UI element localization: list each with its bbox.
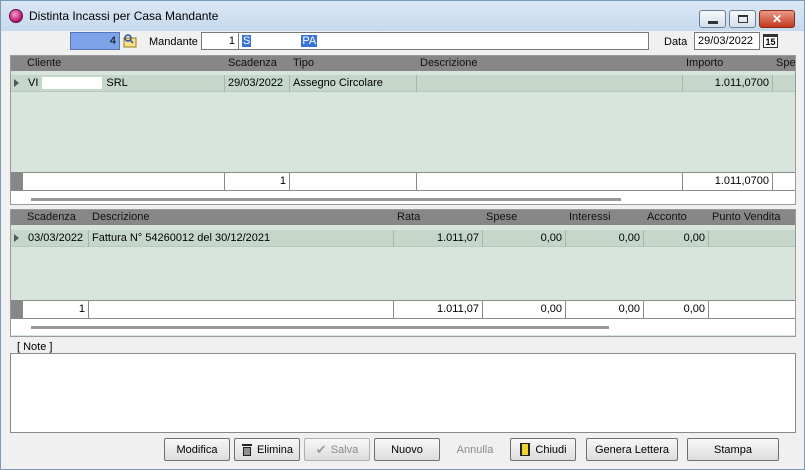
app-icon bbox=[9, 9, 23, 23]
close-window-button[interactable]: ✕ bbox=[759, 10, 795, 28]
scroll-thumb[interactable] bbox=[31, 326, 609, 329]
col-interessi[interactable]: Interessi bbox=[569, 211, 611, 223]
footer-rata: 1.011,07 bbox=[394, 301, 483, 318]
date-field[interactable]: 29/03/2022 bbox=[694, 32, 760, 50]
mandante-name-end: PA bbox=[301, 35, 318, 47]
scadenze-grid: Scadenza Descrizione Rata Spese Interess… bbox=[10, 209, 796, 337]
cell-rata: 1.011,07 bbox=[394, 230, 483, 247]
cell-acconto: 0,00 bbox=[644, 230, 709, 247]
cell-descrizione bbox=[417, 75, 683, 92]
col-punto-vendita[interactable]: Punto Vendita bbox=[712, 211, 781, 223]
mandante-name-start: S bbox=[242, 35, 252, 47]
footer-count: 1 bbox=[23, 301, 89, 318]
calendar-icon[interactable]: 15 bbox=[763, 34, 778, 48]
incassi-grid-header: Cliente Scadenza Tipo Descrizione Import… bbox=[11, 56, 795, 71]
col-scadenza[interactable]: Scadenza bbox=[27, 211, 76, 223]
notes-textarea[interactable] bbox=[10, 353, 796, 433]
scadenze-grid-header: Scadenza Descrizione Rata Spese Interess… bbox=[11, 210, 795, 225]
chiudi-label: Chiudi bbox=[535, 443, 567, 456]
table-row[interactable]: VI SRL 29/03/2022 Assegno Circolare 1.011… bbox=[11, 75, 795, 92]
footer-descrizione bbox=[417, 173, 683, 190]
mandante-code-field[interactable]: 1 bbox=[201, 32, 239, 50]
cell-punto-vendita bbox=[709, 230, 795, 247]
window-title: Distinta Incassi per Casa Mandante bbox=[29, 9, 219, 23]
scroll-thumb[interactable] bbox=[31, 198, 621, 201]
minimize-button[interactable] bbox=[699, 10, 726, 28]
mandante-name-field[interactable]: S PA bbox=[238, 32, 649, 50]
col-spese[interactable]: Spese bbox=[486, 211, 517, 223]
cell-cliente: VI SRL bbox=[25, 75, 225, 92]
footer-interessi: 0,00 bbox=[566, 301, 644, 318]
col-scadenza[interactable]: Scadenza bbox=[228, 57, 277, 69]
col-tipo[interactable]: Tipo bbox=[293, 57, 314, 69]
mandante-label: Mandante bbox=[149, 36, 198, 48]
cliente-redacted bbox=[42, 77, 103, 90]
salva-label: Salva bbox=[330, 443, 359, 456]
annulla-label: Annulla bbox=[456, 443, 494, 456]
col-cliente[interactable]: Cliente bbox=[27, 57, 61, 69]
notes-label: [ Note ] bbox=[17, 341, 53, 353]
footer-descrizione bbox=[89, 301, 394, 318]
footer-tipo bbox=[290, 173, 417, 190]
table-row[interactable]: 03/03/2022 Fattura N° 54260012 del 30/12… bbox=[11, 230, 795, 247]
col-spese[interactable]: Spe bbox=[776, 57, 795, 69]
genera-lettera-button[interactable]: Genera Lettera bbox=[586, 438, 678, 461]
col-acconto[interactable]: Acconto bbox=[647, 211, 687, 223]
filter-bar: 4 Mandante 1 S PA Data 29/03/2022 15 bbox=[1, 32, 804, 52]
annulla-button[interactable]: Annulla bbox=[444, 438, 506, 461]
trash-icon bbox=[241, 443, 252, 456]
footer-stub bbox=[11, 173, 23, 190]
salva-button[interactable]: ✔ Salva bbox=[304, 438, 370, 461]
cliente-start: VI bbox=[28, 77, 39, 89]
check-icon: ✔ bbox=[315, 441, 327, 457]
col-descrizione[interactable]: Descrizione bbox=[420, 57, 477, 69]
scadenze-hscrollbar[interactable] bbox=[11, 319, 795, 335]
cell-scadenza: 29/03/2022 bbox=[225, 75, 290, 92]
stampa-button[interactable]: Stampa bbox=[687, 438, 779, 461]
data-label: Data bbox=[664, 36, 688, 48]
footer-spese: 0,00 bbox=[483, 301, 566, 318]
scadenze-grid-footer: 1 1.011,07 0,00 0,00 0,00 bbox=[11, 300, 795, 319]
maximize-icon bbox=[737, 15, 748, 23]
title-bar: Distinta Incassi per Casa Mandante ✕ bbox=[1, 1, 804, 31]
col-rata[interactable]: Rata bbox=[397, 211, 420, 223]
maximize-button[interactable] bbox=[729, 10, 756, 28]
row-indicator-icon bbox=[14, 79, 19, 87]
row-indicator-icon bbox=[14, 234, 19, 242]
elimina-button[interactable]: Elimina bbox=[234, 438, 300, 461]
incassi-grid: Cliente Scadenza Tipo Descrizione Import… bbox=[10, 55, 796, 205]
number-field[interactable]: 4 bbox=[70, 32, 120, 50]
cell-scadenza: 03/03/2022 bbox=[25, 230, 89, 247]
elimina-label: Elimina bbox=[256, 443, 294, 456]
footer-acconto: 0,00 bbox=[644, 301, 709, 318]
footer-count: 1 bbox=[225, 173, 290, 190]
nuovo-label: Nuovo bbox=[391, 443, 423, 456]
cell-tipo: Assegno Circolare bbox=[290, 75, 417, 92]
lookup-icon[interactable] bbox=[121, 32, 139, 50]
cell-interessi: 0,00 bbox=[566, 230, 644, 247]
footer-cliente bbox=[23, 173, 225, 190]
cell-importo: 1.011,0700 bbox=[683, 75, 773, 92]
col-importo[interactable]: Importo bbox=[686, 57, 723, 69]
incassi-hscrollbar[interactable] bbox=[11, 191, 795, 204]
col-descrizione[interactable]: Descrizione bbox=[92, 211, 149, 223]
cliente-end: SRL bbox=[106, 77, 128, 89]
chiudi-button[interactable]: Chiudi bbox=[510, 438, 576, 461]
nuovo-button[interactable]: Nuovo bbox=[374, 438, 440, 461]
door-exit-icon bbox=[520, 443, 531, 456]
cell-spese: 0,00 bbox=[483, 230, 566, 247]
modifica-label: Modifica bbox=[176, 443, 218, 456]
footer-stub bbox=[11, 301, 23, 318]
incassi-grid-footer: 1 1.011,0700 bbox=[11, 172, 795, 191]
modifica-button[interactable]: Modifica bbox=[164, 438, 230, 461]
footer-importo: 1.011,0700 bbox=[683, 173, 773, 190]
main-window: Distinta Incassi per Casa Mandante ✕ 4 M… bbox=[0, 0, 805, 470]
stampa-label: Stampa bbox=[714, 443, 752, 456]
close-icon: ✕ bbox=[771, 12, 783, 26]
minimize-icon bbox=[707, 20, 718, 24]
genera-lettera-label: Genera Lettera bbox=[595, 443, 669, 456]
cell-descrizione: Fattura N° 54260012 del 30/12/2021 bbox=[89, 230, 394, 247]
